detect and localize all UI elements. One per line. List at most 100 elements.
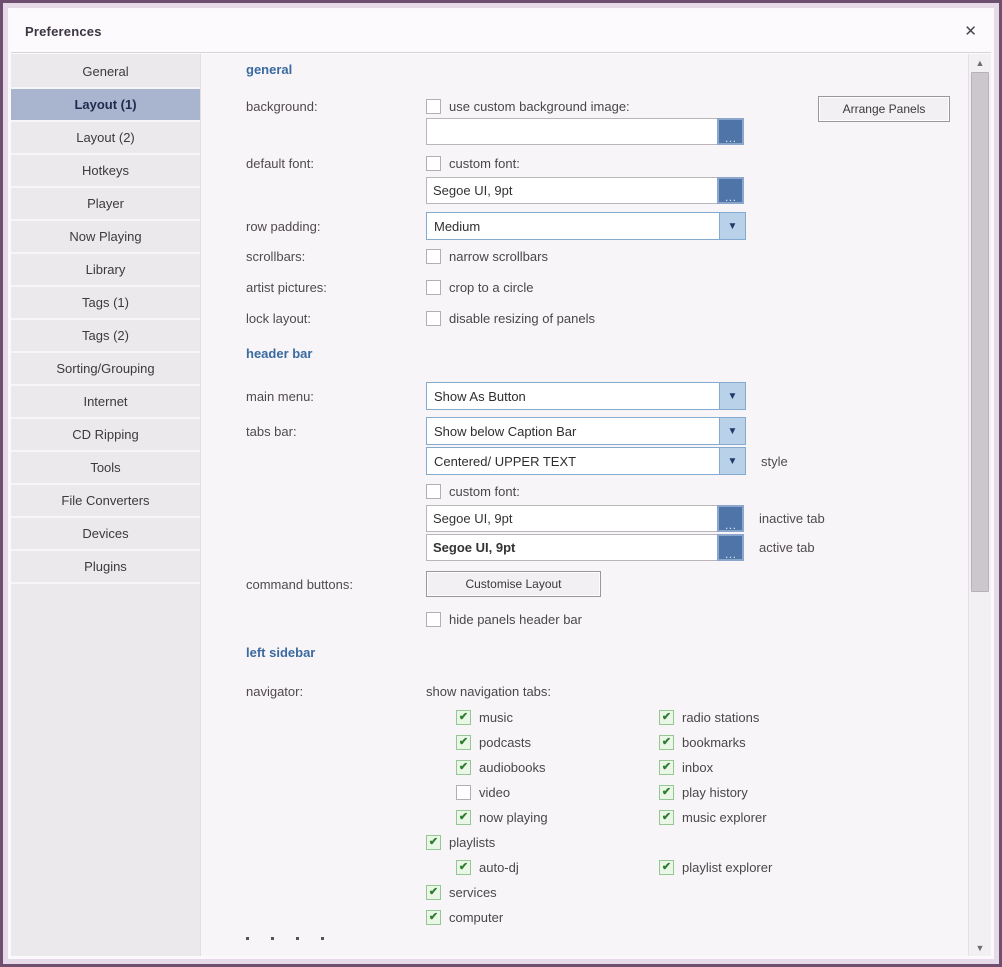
sidebar-item-devices[interactable]: Devices bbox=[11, 518, 200, 551]
row-padding-value: Medium bbox=[427, 219, 719, 234]
audiobooks-checkbox[interactable]: ✔ bbox=[456, 760, 471, 775]
auto-dj-checkbox[interactable]: ✔ bbox=[456, 860, 471, 875]
nav-row-audiobooks: ✔ audiobooks ✔ inbox bbox=[426, 755, 968, 780]
check-icon: ✔ bbox=[459, 812, 468, 823]
main-menu-select[interactable]: Show As Button ▼ bbox=[426, 382, 746, 410]
scroll-down-icon[interactable]: ▼ bbox=[969, 939, 991, 956]
sidebar-item-file-converters[interactable]: File Converters bbox=[11, 485, 200, 518]
section-title-header-bar: header bar bbox=[246, 346, 968, 366]
main-menu-value: Show As Button bbox=[427, 389, 719, 404]
custom-font-checkbox[interactable]: ✔ bbox=[426, 156, 441, 171]
default-font-value-row: … bbox=[246, 177, 968, 204]
command-buttons-label: command buttons: bbox=[246, 577, 426, 592]
nav-row-music: ✔ music ✔ radio stations bbox=[426, 705, 968, 730]
artist-pictures-row: artist pictures: ✔ crop to a circle bbox=[246, 277, 968, 297]
crop-to-circle-checkbox[interactable]: ✔ bbox=[426, 280, 441, 295]
now-playing-label: now playing bbox=[479, 810, 548, 825]
check-icon: ✔ bbox=[662, 862, 671, 873]
sidebar-item-layout-1[interactable]: Layout (1) bbox=[11, 89, 200, 122]
scrollbar-thumb[interactable] bbox=[971, 72, 989, 592]
sidebar-item-label: Tools bbox=[90, 460, 120, 475]
chevron-down-icon[interactable]: ▼ bbox=[719, 213, 745, 239]
podcasts-checkbox[interactable]: ✔ bbox=[456, 735, 471, 750]
row-padding-select[interactable]: Medium ▼ bbox=[426, 212, 746, 240]
active-tab-font-row: … active tab bbox=[246, 534, 968, 561]
choose-inactive-tab-font-button[interactable]: … bbox=[717, 505, 744, 532]
disable-resizing-checkbox[interactable]: ✔ bbox=[426, 311, 441, 326]
inbox-checkbox[interactable]: ✔ bbox=[659, 760, 674, 775]
hide-panels-checkbox[interactable]: ✔ bbox=[426, 612, 441, 627]
show-navigation-tabs-label: show navigation tabs: bbox=[426, 684, 551, 699]
sidebar-item-sorting-grouping[interactable]: Sorting/Grouping bbox=[11, 353, 200, 386]
check-icon: ✔ bbox=[429, 837, 438, 848]
chevron-down-icon[interactable]: ▼ bbox=[719, 448, 745, 474]
sidebar-item-cd-ripping[interactable]: CD Ripping bbox=[11, 419, 200, 452]
use-custom-background-label: use custom background image: bbox=[449, 99, 630, 114]
music-label: music bbox=[479, 710, 513, 725]
active-tab-font-input[interactable] bbox=[426, 534, 717, 561]
sidebar-item-tags-1[interactable]: Tags (1) bbox=[11, 287, 200, 320]
arrange-panels-button[interactable]: Arrange Panels bbox=[818, 96, 950, 122]
vertical-scrollbar[interactable]: ▲ ▼ bbox=[968, 54, 991, 956]
nav-row-now-playing: ✔ now playing ✔ music explorer bbox=[426, 805, 968, 830]
check-icon: ✔ bbox=[459, 737, 468, 748]
default-font-input[interactable] bbox=[426, 177, 717, 204]
sidebar-item-hotkeys[interactable]: Hotkeys bbox=[11, 155, 200, 188]
use-custom-background-checkbox[interactable]: ✔ bbox=[426, 99, 441, 114]
lock-layout-row: lock layout: ✔ disable resizing of panel… bbox=[246, 308, 968, 328]
ellipsis-icon: … bbox=[725, 520, 737, 530]
choose-active-tab-font-button[interactable]: … bbox=[717, 534, 744, 561]
scroll-up-icon[interactable]: ▲ bbox=[969, 54, 991, 71]
sidebar-item-internet[interactable]: Internet bbox=[11, 386, 200, 419]
music-explorer-label: music explorer bbox=[682, 810, 767, 825]
play-history-checkbox[interactable]: ✔ bbox=[659, 785, 674, 800]
tabs-style-select[interactable]: Centered/ UPPER TEXT ▼ bbox=[426, 447, 746, 475]
inbox-label: inbox bbox=[682, 760, 713, 775]
playlist-explorer-checkbox[interactable]: ✔ bbox=[659, 860, 674, 875]
tabs-custom-font-checkbox[interactable]: ✔ bbox=[426, 484, 441, 499]
sidebar-item-now-playing[interactable]: Now Playing bbox=[11, 221, 200, 254]
inactive-tab-font-row: … inactive tab bbox=[246, 505, 968, 532]
title-bar: Preferences ✕ bbox=[11, 11, 991, 53]
playlists-checkbox[interactable]: ✔ bbox=[426, 835, 441, 850]
music-checkbox[interactable]: ✔ bbox=[456, 710, 471, 725]
music-explorer-checkbox[interactable]: ✔ bbox=[659, 810, 674, 825]
section-title-general: general bbox=[246, 62, 968, 82]
computer-checkbox[interactable]: ✔ bbox=[426, 910, 441, 925]
chevron-down-icon[interactable]: ▼ bbox=[719, 383, 745, 409]
default-font-label: default font: bbox=[246, 156, 426, 171]
choose-default-font-button[interactable]: … bbox=[717, 177, 744, 204]
tabs-custom-font-label: custom font: bbox=[449, 484, 520, 499]
preferences-dialog: Preferences ✕ General Layout (1) Layout … bbox=[0, 0, 1002, 967]
sidebar-item-tools[interactable]: Tools bbox=[11, 452, 200, 485]
chevron-down-icon[interactable]: ▼ bbox=[719, 418, 745, 444]
background-label: background: bbox=[246, 99, 426, 114]
artist-pictures-label: artist pictures: bbox=[246, 280, 426, 295]
tabs-bar-select[interactable]: Show below Caption Bar ▼ bbox=[426, 417, 746, 445]
clipped-next-section bbox=[246, 935, 968, 941]
default-font-row: default font: ✔ custom font: bbox=[246, 153, 968, 173]
now-playing-checkbox[interactable]: ✔ bbox=[456, 810, 471, 825]
video-checkbox[interactable]: ✔ bbox=[456, 785, 471, 800]
podcasts-label: podcasts bbox=[479, 735, 531, 750]
nav-row-services: ✔ services bbox=[426, 880, 968, 905]
check-icon: ✔ bbox=[459, 712, 468, 723]
sidebar-item-tags-2[interactable]: Tags (2) bbox=[11, 320, 200, 353]
tabs-custom-font-row: ✔ custom font: bbox=[246, 481, 968, 501]
tabs-bar-value: Show below Caption Bar bbox=[427, 424, 719, 439]
narrow-scrollbars-checkbox[interactable]: ✔ bbox=[426, 249, 441, 264]
customise-layout-button[interactable]: Customise Layout bbox=[426, 571, 601, 597]
bookmarks-checkbox[interactable]: ✔ bbox=[659, 735, 674, 750]
sidebar-item-general[interactable]: General bbox=[11, 56, 200, 89]
sidebar-item-label: Tags (2) bbox=[82, 328, 129, 343]
sidebar-item-library[interactable]: Library bbox=[11, 254, 200, 287]
inactive-tab-font-input[interactable] bbox=[426, 505, 717, 532]
sidebar-item-layout-2[interactable]: Layout (2) bbox=[11, 122, 200, 155]
sidebar-item-plugins[interactable]: Plugins bbox=[11, 551, 200, 584]
services-checkbox[interactable]: ✔ bbox=[426, 885, 441, 900]
close-icon[interactable]: ✕ bbox=[964, 24, 977, 39]
browse-background-button[interactable]: … bbox=[717, 118, 744, 145]
radio-stations-checkbox[interactable]: ✔ bbox=[659, 710, 674, 725]
background-image-path-input[interactable] bbox=[426, 118, 717, 145]
sidebar-item-player[interactable]: Player bbox=[11, 188, 200, 221]
